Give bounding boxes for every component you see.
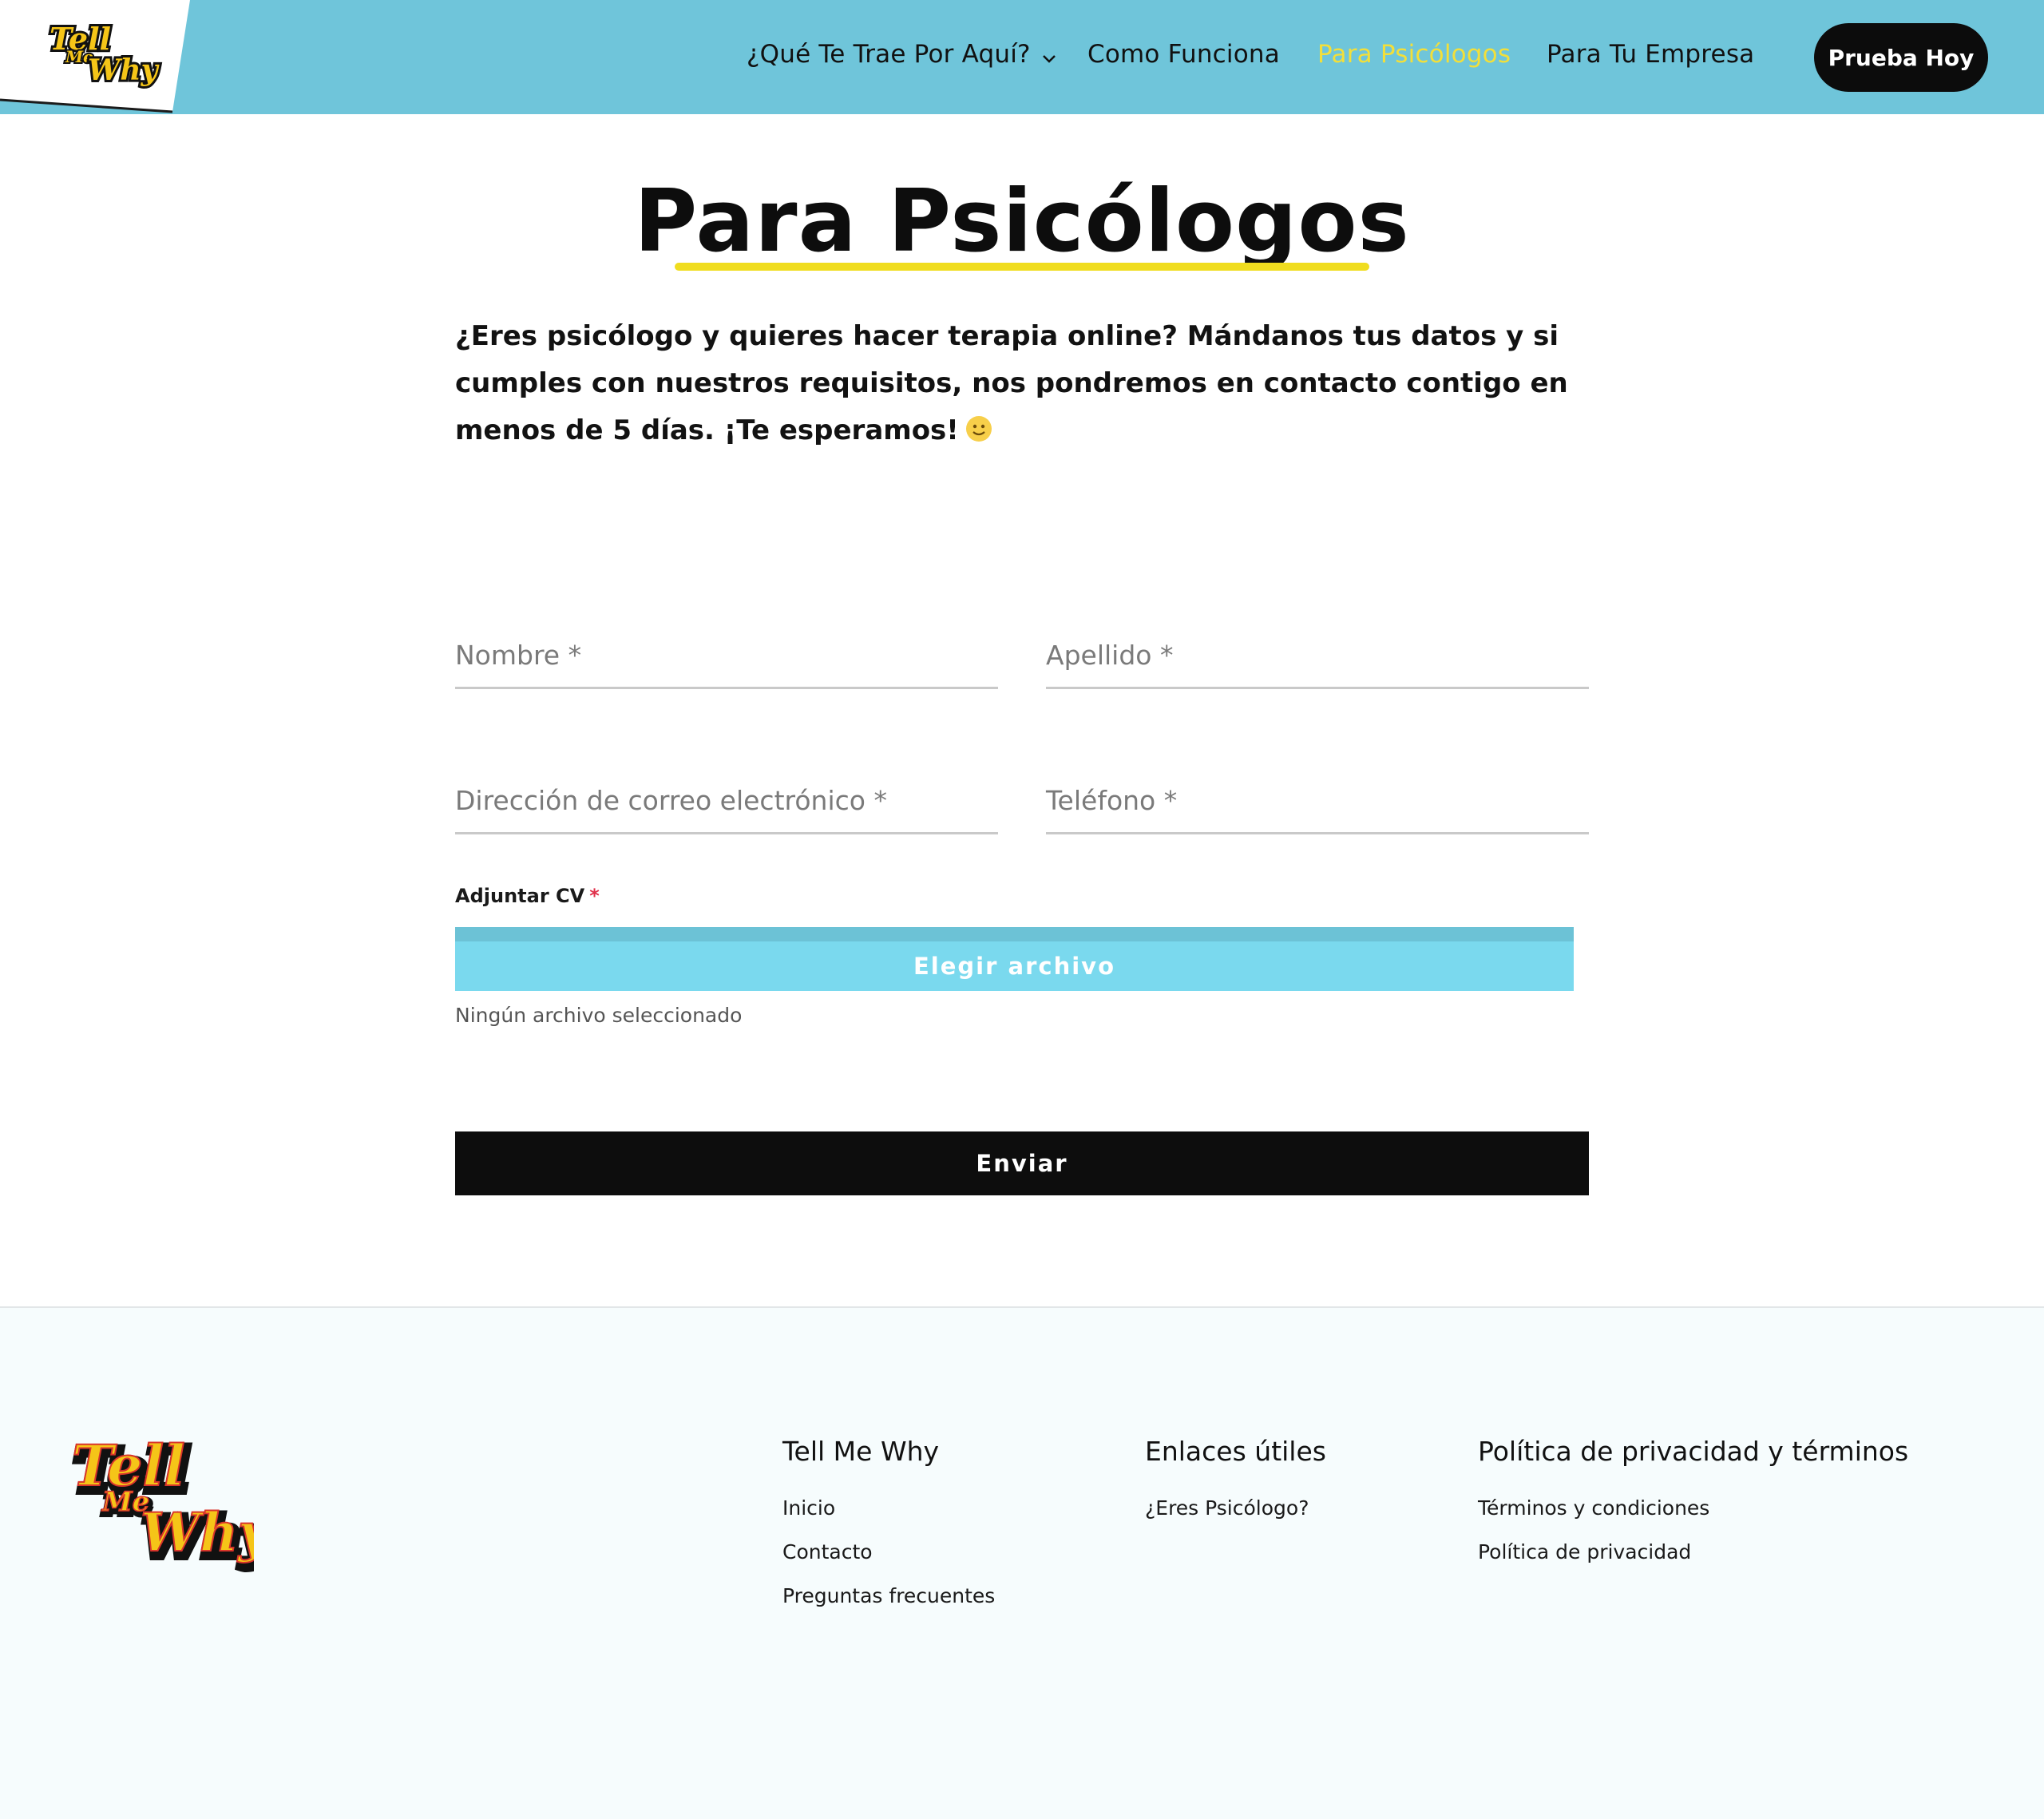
nav-como-funciona[interactable]: Como Funciona: [1087, 40, 1280, 69]
page-title: Para Psicólogos: [634, 172, 1410, 271]
footer-logo[interactable]: Tell Tell Me Me Why Why: [70, 1432, 280, 1579]
intro-text: ¿Eres psicólogo y quieres hacer terapia …: [455, 313, 1597, 454]
footer-col-title: Tell Me Why: [782, 1436, 940, 1468]
site-footer: Tell Tell Me Me Why Why Tell Me Why Inic…: [0, 1306, 2044, 1819]
email-placeholder: Dirección de correo electrónico *: [455, 785, 887, 816]
footer-col-title: Enlaces útiles: [1145, 1436, 1326, 1468]
cv-label: Adjuntar CV *: [455, 885, 600, 907]
footer-col-title: Política de privacidad y términos: [1478, 1436, 1909, 1468]
nav-label: ¿Qué Te Trae Por Aquí?: [747, 40, 1031, 69]
page-title-wrap: Para Psicólogos: [0, 172, 2044, 271]
nombre-field[interactable]: Nombre *: [455, 625, 998, 689]
title-underline: [675, 263, 1369, 271]
footer-link-faq[interactable]: Preguntas frecuentes: [782, 1574, 995, 1618]
submit-button[interactable]: Enviar: [455, 1131, 1589, 1195]
smiley-icon: [965, 410, 992, 442]
logo-link[interactable]: Tell Tell Me Me Why Why: [0, 0, 192, 114]
svg-text:Why: Why: [88, 54, 160, 87]
footer-col-tell-me-why: Tell Me Why Inicio Contacto Preguntas fr…: [782, 1436, 995, 1618]
logo-icon: Tell Tell Me Me Why Why: [0, 0, 190, 113]
apellido-placeholder: Apellido *: [1046, 640, 1174, 671]
chevron-down-icon: [1042, 42, 1056, 70]
logo-icon: Tell Tell Me Me Why Why: [70, 1432, 280, 1573]
footer-link-terminos[interactable]: Términos y condiciones: [1478, 1486, 1908, 1530]
apellido-field[interactable]: Apellido *: [1046, 625, 1589, 689]
footer-col-enlaces: Enlaces útiles ¿Eres Psicólogo?: [1145, 1436, 1326, 1530]
footer-link-eres-psicologo[interactable]: ¿Eres Psicólogo?: [1145, 1486, 1326, 1530]
site-header: Tell Tell Me Me Why Why ¿Qué Te Trae Por…: [0, 0, 2044, 114]
nav-para-tu-empresa[interactable]: Para Tu Empresa: [1547, 40, 1754, 69]
nav-para-psicologos[interactable]: Para Psicólogos: [1317, 40, 1511, 69]
footer-link-privacidad[interactable]: Política de privacidad: [1478, 1530, 1908, 1574]
svg-text:Why: Why: [141, 1501, 254, 1563]
choose-file-button[interactable]: Elegir archivo: [455, 927, 1574, 991]
nav-que-te-trae[interactable]: ¿Qué Te Trae Por Aquí?: [747, 40, 1056, 70]
footer-col-politica: Política de privacidad y términos Términ…: [1478, 1436, 1909, 1574]
email-field[interactable]: Dirección de correo electrónico *: [455, 771, 998, 834]
cv-label-text: Adjuntar CV: [455, 885, 585, 907]
prueba-hoy-button[interactable]: Prueba Hoy: [1814, 23, 1988, 92]
footer-link-contacto[interactable]: Contacto: [782, 1530, 995, 1574]
file-status: Ningún archivo seleccionado: [455, 1004, 743, 1027]
required-mark: *: [589, 885, 600, 907]
intro-copy: ¿Eres psicólogo y quieres hacer terapia …: [455, 320, 1568, 446]
telefono-field[interactable]: Teléfono *: [1046, 771, 1589, 834]
telefono-placeholder: Teléfono *: [1046, 785, 1178, 816]
footer-link-inicio[interactable]: Inicio: [782, 1486, 995, 1530]
nombre-placeholder: Nombre *: [455, 640, 582, 671]
